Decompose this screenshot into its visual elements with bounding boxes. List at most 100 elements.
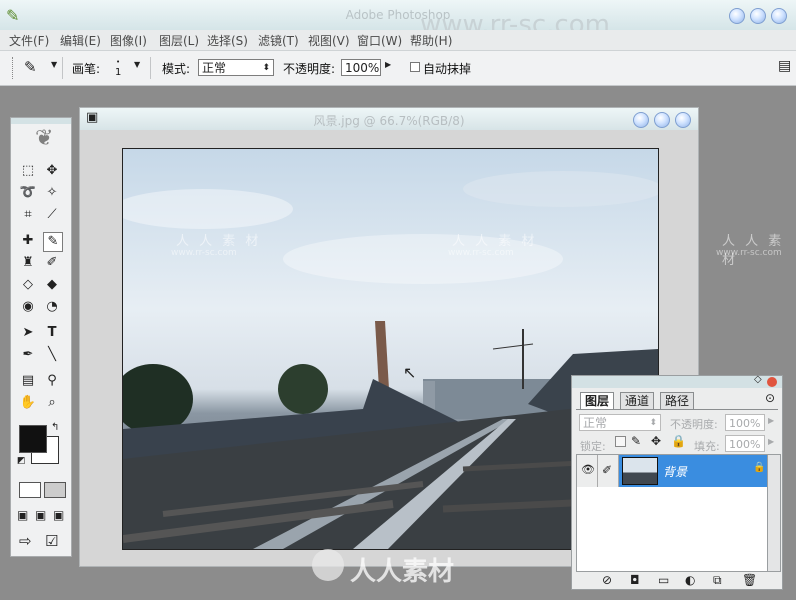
add-layer-style-icon[interactable]: ⊘ — [602, 573, 612, 587]
lock-position-icon[interactable]: ✥ — [651, 434, 661, 448]
add-layer-mask-icon[interactable]: ◘ — [630, 573, 640, 587]
healing-brush-tool-icon[interactable]: ✚ — [19, 232, 37, 250]
brush-dot-icon: • — [116, 58, 121, 66]
marquee-tool-icon[interactable]: ⬚ — [19, 162, 37, 180]
lock-pixels-icon[interactable]: ✎ — [631, 434, 641, 448]
brush-label: 画笔: — [72, 62, 101, 76]
document-title-bar[interactable]: ▣ 风景.jpg @ 66.7%(RGB/8) — [80, 108, 698, 130]
opacity-input[interactable]: 100% — [341, 59, 381, 76]
opacity-value: 100% — [345, 61, 380, 75]
zoom-tool-icon[interactable]: ⌕ — [43, 394, 61, 412]
fill-label: 填充: — [694, 440, 720, 453]
menu-file[interactable]: 文件(F) — [9, 32, 49, 49]
dodge-tool-icon[interactable]: ◔ — [43, 298, 61, 316]
menu-view[interactable]: 视图(V) — [308, 32, 350, 49]
pen-tool-icon[interactable]: ✒ — [19, 346, 37, 364]
blur-tool-icon[interactable]: ◉ — [19, 298, 37, 316]
toolbox-title-bar[interactable] — [11, 118, 71, 124]
palette-well-icon[interactable]: ▤ — [778, 58, 791, 74]
menu-edit[interactable]: 编辑(E) — [60, 32, 101, 49]
screen-mode-standard-icon[interactable]: ▣ — [17, 508, 28, 522]
options-grip[interactable] — [12, 57, 14, 79]
palette-collapse-icon[interactable]: ◇ — [754, 374, 762, 385]
mode-select[interactable]: 正常 ⬍ — [198, 59, 274, 76]
tab-layers[interactable]: 图层 — [580, 392, 615, 409]
eraser-tool-icon[interactable]: ◇ — [19, 276, 37, 294]
new-adjustment-layer-icon[interactable]: ◐ — [685, 573, 695, 587]
options-bar: ✎ ▼ 画笔: • 1 ▼ 模式: 正常 ⬍ 不透明度: 100% ▶ 自动抹掉… — [0, 51, 796, 86]
history-brush-tool-icon[interactable]: ✐ — [43, 254, 61, 272]
layer-opacity-input[interactable]: 100% — [725, 414, 765, 431]
menu-bar: 文件(F) 编辑(E) 图像(I) 图层(L) 选择(S) 滤镜(T) 视图(V… — [0, 30, 796, 51]
tab-paths[interactable]: 路径 — [660, 392, 695, 409]
document-maximize-button[interactable] — [654, 112, 670, 128]
blend-mode-select[interactable]: 正常 ⬍ — [579, 414, 661, 431]
magic-wand-tool-icon[interactable]: ✧ — [43, 184, 61, 202]
auto-erase-checkbox[interactable] — [410, 62, 420, 72]
app-title-bar: ✎ Adobe Photoshop www.rr-sc.com — [0, 0, 796, 40]
delete-layer-icon[interactable]: 🗑 — [742, 573, 757, 587]
visibility-eye-icon[interactable]: 👁 — [581, 463, 595, 476]
menu-layer[interactable]: 图层(L) — [159, 32, 199, 49]
layer-row-background[interactable]: 👁 ✐ 背景 🔒 — [577, 455, 767, 487]
lock-all-icon[interactable]: 🔒 — [671, 434, 686, 448]
slice-tool-icon[interactable]: ⟋ — [43, 206, 61, 224]
paint-bucket-tool-icon[interactable]: ◆ — [43, 276, 61, 294]
hand-tool-icon[interactable]: ✋ — [19, 394, 37, 412]
layer-opacity-chevron-icon[interactable]: ▶ — [768, 416, 774, 425]
screen-mode-full-icon[interactable]: ▣ — [53, 508, 64, 522]
swap-colors-icon[interactable]: ↰ — [51, 422, 59, 433]
imageready-check-icon[interactable]: ☑ — [45, 532, 58, 550]
layer-list-scrollbar[interactable] — [767, 454, 781, 572]
watermark-text-1: 人 人 素 材 — [176, 234, 262, 249]
menu-select[interactable]: 选择(S) — [207, 32, 248, 49]
menu-help[interactable]: 帮助(H) — [410, 32, 452, 49]
minimize-button[interactable] — [729, 8, 745, 24]
document-title: 风景.jpg @ 66.7%(RGB/8) — [313, 114, 465, 128]
crop-tool-icon[interactable]: ⌗ — [19, 206, 37, 224]
watermark-logo-icon — [312, 549, 344, 581]
document-minimize-button[interactable] — [633, 112, 649, 128]
mode-label: 模式: — [162, 62, 191, 76]
menu-filter[interactable]: 滤镜(T) — [258, 32, 299, 49]
move-tool-icon[interactable]: ✥ — [43, 162, 61, 180]
tab-channels[interactable]: 通道 — [620, 392, 655, 409]
blend-mode-value: 正常 — [583, 416, 608, 430]
jump-to-imageready-icon[interactable]: ⇨ — [19, 532, 32, 550]
menu-image[interactable]: 图像(I) — [110, 32, 147, 49]
brush-picker-chevron-icon[interactable]: ▼ — [134, 60, 140, 69]
path-selection-tool-icon[interactable]: ➤ — [19, 324, 37, 342]
feather-logo-icon[interactable]: ❦ — [35, 126, 53, 151]
screen-mode-full-menu-icon[interactable]: ▣ — [35, 508, 46, 522]
menu-window[interactable]: 窗口(W) — [357, 32, 402, 49]
blend-mode-stepper-icon: ⬍ — [649, 418, 657, 428]
standard-mode-button[interactable] — [19, 482, 41, 498]
palette-close-button[interactable] — [767, 377, 777, 387]
layer-name[interactable]: 背景 — [663, 463, 687, 480]
brush-size[interactable]: 1 — [115, 67, 121, 78]
new-layer-icon[interactable]: ⧉ — [713, 573, 722, 588]
layer-opacity-label: 不透明度: — [670, 418, 718, 431]
fill-chevron-icon[interactable]: ▶ — [768, 437, 774, 446]
clone-stamp-tool-icon[interactable]: ♜ — [19, 254, 37, 272]
default-colors-icon[interactable]: ◩ — [17, 456, 26, 466]
palette-menu-icon[interactable]: ⊙ — [765, 391, 775, 405]
notes-tool-icon[interactable]: ▤ — [19, 372, 37, 390]
lasso-tool-icon[interactable]: ➰ — [19, 184, 37, 202]
close-button[interactable] — [771, 8, 787, 24]
new-group-folder-icon[interactable]: ▭ — [658, 573, 669, 587]
line-tool-icon[interactable]: ╲ — [43, 346, 61, 364]
lock-transparency-checkbox[interactable] — [615, 436, 626, 447]
quick-mask-mode-button[interactable] — [44, 482, 66, 498]
maximize-button[interactable] — [750, 8, 766, 24]
layers-palette-title-bar[interactable]: ◇ — [572, 374, 782, 388]
pencil-tool-button-icon[interactable]: ✎ — [43, 232, 63, 252]
type-tool-icon[interactable]: T — [43, 324, 61, 342]
pencil-tool-icon[interactable]: ✎ — [24, 58, 37, 76]
tool-preset-chevron-icon[interactable]: ▼ — [51, 60, 57, 69]
foreground-color-swatch[interactable] — [19, 425, 47, 453]
eyedropper-tool-icon[interactable]: ⚲ — [43, 372, 61, 390]
document-close-button[interactable] — [675, 112, 691, 128]
opacity-chevron-icon[interactable]: ▶ — [385, 60, 391, 69]
fill-input[interactable]: 100% — [725, 435, 765, 452]
